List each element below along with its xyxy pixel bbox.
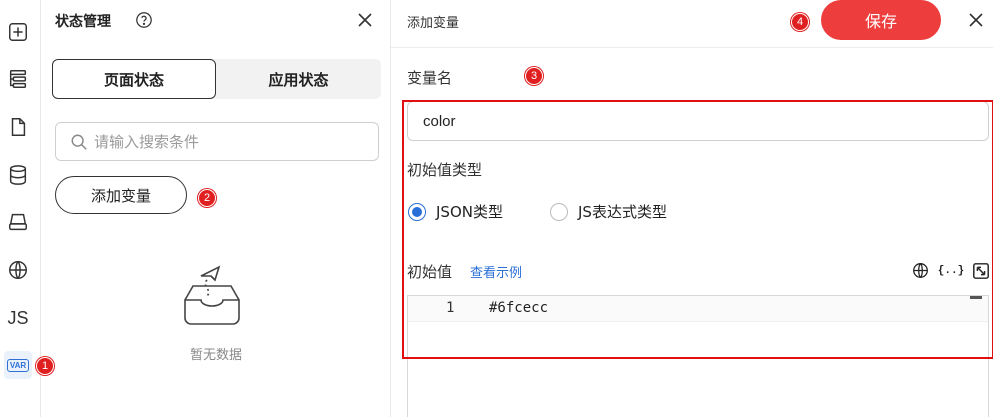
search-box xyxy=(55,122,379,161)
search-input[interactable] xyxy=(94,132,364,151)
editor-title: 添加变量 xyxy=(407,16,460,31)
empty-state-text: 暂无数据 xyxy=(189,348,242,363)
add-component-icon[interactable] xyxy=(3,17,33,47)
bridge-icon[interactable] xyxy=(3,207,33,237)
save-button[interactable]: 保存 xyxy=(821,0,941,40)
step-marker-2: 2 xyxy=(198,189,216,207)
help-icon[interactable] xyxy=(135,11,153,29)
panel-title: 状态管理 xyxy=(55,14,111,30)
icon-rail: JS VAR xyxy=(0,0,41,417)
variable-name-label: 变量名 xyxy=(407,69,453,87)
add-variable-button[interactable]: 添加变量 xyxy=(55,176,187,214)
step-marker-3: 3 xyxy=(525,67,543,85)
empty-inbox-icon xyxy=(184,265,240,325)
close-editor-icon[interactable] xyxy=(968,12,984,28)
js-icon[interactable]: JS xyxy=(3,303,33,333)
variable-editor: 添加变量 保存 变量名 color 初始值类型 JSON类型 JS表达式类型 初… xyxy=(391,0,993,417)
search-icon xyxy=(71,134,87,150)
highlight-box xyxy=(402,100,993,359)
globe-icon[interactable] xyxy=(3,255,33,285)
database-icon[interactable] xyxy=(3,160,33,190)
step-marker-4: 4 xyxy=(791,13,809,31)
close-panel-icon[interactable] xyxy=(357,12,373,28)
variable-icon[interactable]: VAR xyxy=(4,351,32,379)
state-management-panel: 状态管理 页面状态 应用状态 添加变量 暂无数据 xyxy=(41,0,391,417)
tab-page-state[interactable]: 页面状态 xyxy=(52,59,216,99)
tab-app-state[interactable]: 应用状态 xyxy=(216,59,381,99)
editor-header: 添加变量 保存 xyxy=(391,0,993,48)
outline-tree-icon[interactable] xyxy=(3,64,33,94)
state-scope-tabs: 页面状态 应用状态 xyxy=(52,59,381,99)
var-badge-label: VAR xyxy=(6,358,30,372)
page-file-icon[interactable] xyxy=(3,112,33,142)
